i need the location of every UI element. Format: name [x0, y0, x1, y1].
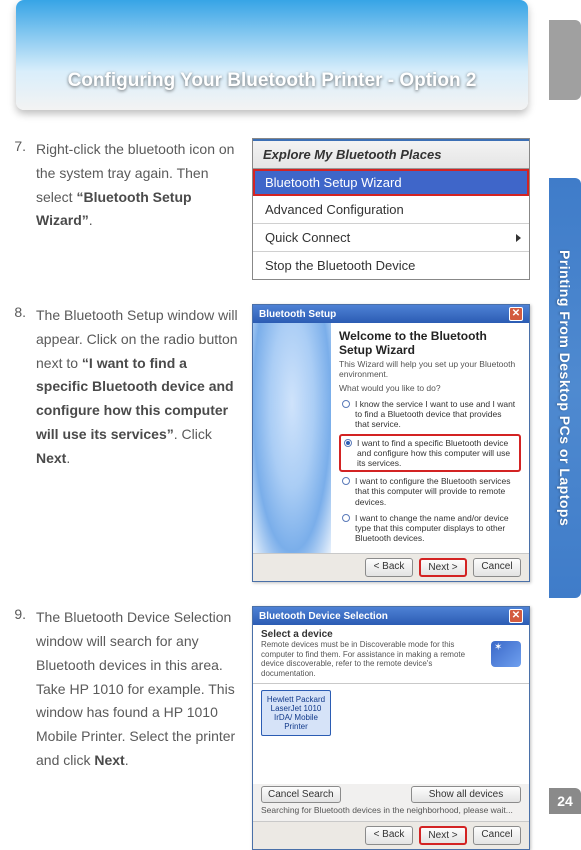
step-7-text-b: . [89, 212, 93, 228]
radio-icon [342, 477, 350, 485]
option-label: I want to configure the Bluetooth servic… [355, 476, 518, 507]
cancel-button[interactable]: Cancel [473, 558, 521, 577]
device-selection-header: Select a device Remote devices must be i… [253, 625, 529, 683]
step-9-text-b: . [125, 752, 129, 768]
wizard-option-c[interactable]: I want to configure the Bluetooth servic… [339, 474, 521, 509]
side-tab-section: Printing From Desktop PCs or Laptops [549, 178, 581, 598]
menu-item-label: Stop the Bluetooth Device [265, 258, 415, 273]
option-label: I want to change the name and/or device … [355, 513, 518, 544]
figure-device-selection: Bluetooth Device Selection ✕ Select a de… [252, 606, 530, 849]
context-menu: Explore My Bluetooth Places Bluetooth Se… [252, 138, 530, 280]
step-8-text-c: . [66, 450, 70, 466]
device-selection-window: Bluetooth Device Selection ✕ Select a de… [252, 606, 530, 849]
wizard-right-pane: Welcome to the Bluetooth Setup Wizard Th… [331, 323, 529, 553]
wizard-side-image [253, 323, 331, 553]
content: 7. Right-click the bluetooth icon on the… [14, 138, 530, 850]
page-title: Configuring Your Bluetooth Printer - Opt… [68, 70, 477, 92]
step-8: 8. The Bluetooth Setup window will appea… [14, 304, 530, 582]
back-button[interactable]: < Back [365, 826, 413, 845]
figure-bluetooth-setup-wizard: Bluetooth Setup ✕ Welcome to the Bluetoo… [252, 304, 530, 582]
wizard-option-b[interactable]: I want to find a specific Bluetooth devi… [339, 434, 521, 473]
wizard-prompt: What would you like to do? [339, 383, 521, 393]
submenu-arrow-icon [516, 234, 521, 242]
step-9: 9. The Bluetooth Device Selection window… [14, 606, 530, 849]
option-label: I want to find a specific Bluetooth devi… [357, 438, 516, 469]
step-8-text-b: . Click [174, 426, 212, 442]
page-number: 24 [557, 793, 573, 809]
step-9-number: 9. [14, 606, 26, 849]
wizard-option-a[interactable]: I know the service I want to use and I w… [339, 397, 521, 432]
wizard-title: Bluetooth Setup [259, 309, 336, 320]
menu-item-quick-connect[interactable]: Quick Connect [253, 224, 529, 252]
wizard-window: Bluetooth Setup ✕ Welcome to the Bluetoo… [252, 304, 530, 582]
step-8-bold-b: Next [36, 450, 66, 466]
step-8-text: The Bluetooth Setup window will appear. … [36, 304, 242, 582]
step-9-text-a: The Bluetooth Device Selection window wi… [36, 609, 235, 768]
figure-context-menu: Explore My Bluetooth Places Bluetooth Se… [252, 138, 530, 280]
menu-item-label: Quick Connect [265, 230, 350, 245]
device-hp-1010[interactable]: Hewlett Packard LaserJet 1010 IrDA/ Mobi… [261, 690, 331, 737]
device-selection-subtext: Remote devices must be in Discoverable m… [261, 640, 485, 678]
show-devices-dropdown[interactable]: Show all devices [411, 786, 521, 803]
step-9-text: The Bluetooth Device Selection window wi… [36, 606, 242, 849]
wizard-button-row: < Back Next > Cancel [253, 553, 529, 581]
cancel-search-button[interactable]: Cancel Search [261, 786, 341, 803]
wizard-option-d[interactable]: I want to change the name and/or device … [339, 511, 521, 546]
radio-icon [342, 514, 350, 522]
wizard-subtext: This Wizard will help you set up your Bl… [339, 359, 521, 379]
close-icon[interactable]: ✕ [509, 609, 523, 623]
option-label: I know the service I want to use and I w… [355, 399, 518, 430]
wizard-titlebar: Bluetooth Setup ✕ [253, 305, 529, 323]
device-selection-titlebar: Bluetooth Device Selection ✕ [253, 607, 529, 625]
side-tab-section-label: Printing From Desktop PCs or Laptops [557, 250, 573, 526]
menu-item-label: Bluetooth Setup Wizard [265, 175, 402, 190]
wizard-heading: Welcome to the Bluetooth Setup Wizard [339, 329, 521, 357]
page-number-tab: 24 [549, 788, 581, 814]
device-selection-button-row: < Back Next > Cancel [253, 821, 529, 849]
device-list: Hewlett Packard LaserJet 1010 IrDA/ Mobi… [253, 684, 529, 784]
menu-item-stop-bluetooth-device[interactable]: Stop the Bluetooth Device [253, 252, 529, 279]
side-tab-grey [549, 20, 581, 100]
close-icon[interactable]: ✕ [509, 307, 523, 321]
radio-icon [342, 400, 350, 408]
next-button[interactable]: Next > [419, 558, 467, 577]
context-menu-title: Explore My Bluetooth Places [253, 139, 529, 169]
back-button[interactable]: < Back [365, 558, 413, 577]
wizard-body: Welcome to the Bluetooth Setup Wizard Th… [253, 323, 529, 553]
step-7-text: Right-click the bluetooth icon on the sy… [36, 138, 242, 280]
menu-item-bluetooth-setup-wizard[interactable]: Bluetooth Setup Wizard [253, 169, 529, 196]
cancel-button[interactable]: Cancel [473, 826, 521, 845]
step-8-number: 8. [14, 304, 26, 582]
device-label: Hewlett Packard LaserJet 1010 IrDA/ Mobi… [267, 695, 325, 732]
device-selection-title: Bluetooth Device Selection [259, 611, 388, 622]
menu-item-advanced-configuration[interactable]: Advanced Configuration [253, 196, 529, 224]
side-tabs: Printing From Desktop PCs or Laptops 24 [549, 0, 581, 814]
search-status: Searching for Bluetooth devices in the n… [253, 803, 529, 821]
menu-item-label: Advanced Configuration [265, 202, 404, 217]
device-selection-heading: Select a device [261, 629, 485, 640]
device-selection-midrow: Cancel Search Show all devices [253, 784, 529, 803]
step-9-bold-a: Next [94, 752, 124, 768]
step-7-number: 7. [14, 138, 26, 280]
next-button[interactable]: Next > [419, 826, 467, 845]
bluetooth-icon [491, 641, 521, 667]
step-7: 7. Right-click the bluetooth icon on the… [14, 138, 530, 280]
page-banner: Configuring Your Bluetooth Printer - Opt… [16, 0, 528, 110]
radio-icon [344, 439, 352, 447]
